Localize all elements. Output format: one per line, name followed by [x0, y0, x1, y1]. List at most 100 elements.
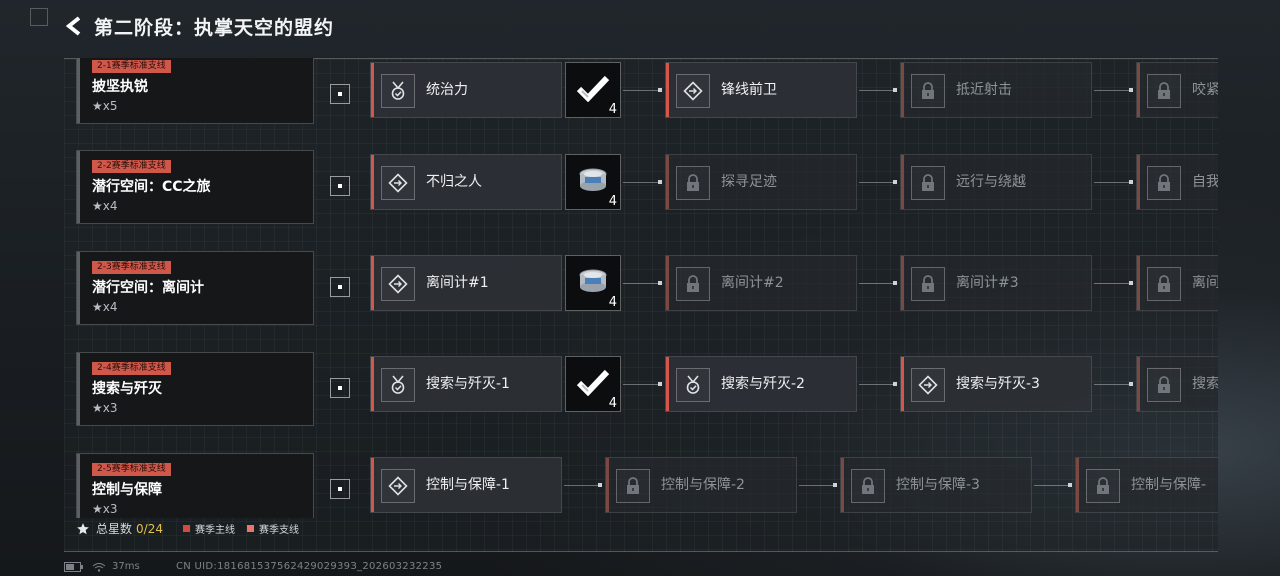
tin-can-reward-icon [576, 165, 610, 199]
mission-node[interactable]: 控制与保障-1 [370, 457, 562, 513]
mission-row: 2-5赛季标准支线 控制与保障 ★x3 控制与保障-1 控制与保障-2 控制与保障-3 控制… [64, 453, 1218, 518]
expand-toggle[interactable] [330, 84, 350, 104]
lock-icon [676, 267, 710, 301]
branch-card[interactable]: 2-1赛季标准支线 披坚执锐 ★x5 [76, 58, 314, 124]
diamond-arrow-icon [911, 368, 945, 402]
node-accent [1137, 63, 1140, 117]
branch-card[interactable]: 2-2赛季标准支线 潜行空间：CC之旅 ★x4 [76, 150, 314, 224]
connector [623, 281, 662, 285]
reward-item[interactable]: 4 [565, 356, 621, 412]
mission-node[interactable]: 远行与绕越 [900, 154, 1092, 210]
mission-node-label: 探寻足迹 [721, 174, 777, 190]
node-accent [371, 256, 374, 310]
star-icon: ★ [92, 99, 103, 113]
connector [859, 382, 897, 386]
branch-card[interactable]: 2-4赛季标准支线 搜索与歼灭 ★x3 [76, 352, 314, 426]
mission-node[interactable]: 不归之人 [370, 154, 562, 210]
mission-row: 2-2赛季标准支线 潜行空间：CC之旅 ★x4 不归之人 探寻足迹 远行与绕越 自我 4 [64, 150, 1218, 230]
branch-card[interactable]: 2-3赛季标准支线 潜行空间：离间计 ★x4 [76, 251, 314, 325]
branch-tag: 2-2赛季标准支线 [92, 160, 171, 173]
mission-node-label: 抵近射击 [956, 82, 1012, 98]
lock-icon [1147, 166, 1181, 200]
mission-node[interactable]: 离间计#3 [900, 255, 1092, 311]
branch-card[interactable]: 2-5赛季标准支线 控制与保障 ★x3 [76, 453, 314, 518]
mission-node[interactable]: 咬紧 [1136, 62, 1218, 118]
expand-toggle[interactable] [330, 176, 350, 196]
legend-side-label: 赛季支线 [258, 525, 299, 536]
mission-node[interactable]: 搜索与歼灭-2 [665, 356, 857, 412]
card-accent [77, 252, 80, 324]
mission-node[interactable]: 自我 [1136, 154, 1218, 210]
node-accent [1137, 357, 1140, 411]
connector [1094, 382, 1133, 386]
mission-node-label: 离间 [1192, 275, 1218, 291]
branch-stars-count: x5 [102, 99, 118, 113]
reward-item[interactable]: 4 [565, 255, 621, 311]
mission-node[interactable]: 离间 [1136, 255, 1218, 311]
mission-node[interactable]: 探寻足迹 [665, 154, 857, 210]
expand-toggle[interactable] [330, 277, 350, 297]
expand-toggle[interactable] [330, 378, 350, 398]
mission-node-label: 咬紧 [1192, 82, 1218, 98]
lock-icon [911, 74, 945, 108]
mission-node-label: 控制与保障- [1131, 477, 1207, 493]
node-accent [666, 155, 669, 209]
reward-count: 4 [608, 194, 617, 209]
mission-tree[interactable]: 2-1赛季标准支线 披坚执锐 ★x5 统治力 锋线前卫 抵近射击 咬紧 4 2-2赛季标准支线潜… [64, 58, 1218, 518]
star-icon: ★ [92, 199, 103, 213]
corner-frame [30, 8, 48, 26]
lock-icon [676, 166, 710, 200]
node-accent [901, 256, 904, 310]
lock-icon [911, 166, 945, 200]
mission-row: 2-4赛季标准支线 搜索与歼灭 ★x3 搜索与歼灭-1 搜索与歼灭-2 搜索与歼灭-3 搜索… [64, 352, 1218, 432]
card-accent [77, 151, 80, 223]
footer-summary: 总星数 0/24 赛季主线 赛季支线 [76, 520, 299, 537]
mission-node[interactable]: 控制与保障-3 [840, 457, 1032, 513]
checkmark-reward-icon [576, 368, 610, 400]
branch-stars: ★x4 [92, 199, 118, 213]
dot-icon [338, 92, 342, 96]
mission-node-label: 锋线前卫 [721, 82, 777, 98]
chevron-left-icon [65, 16, 81, 36]
header: 第二阶段：执掌天空的盟约 [60, 8, 334, 44]
branch-stars: ★x3 [92, 502, 118, 516]
mission-node-label: 离间计#2 [721, 275, 784, 291]
uid-text: CN UID:18168153756242902939З_20260323223… [176, 561, 443, 572]
battery-icon [64, 561, 83, 572]
lock-icon [851, 469, 885, 503]
mission-node-label: 搜索与歼灭-1 [426, 376, 510, 392]
reward-item[interactable]: 4 [565, 154, 621, 210]
back-button[interactable] [60, 11, 90, 41]
branch-title: 控制与保障 [92, 482, 162, 498]
node-accent [1137, 256, 1140, 310]
expand-toggle[interactable] [330, 479, 350, 499]
connector [859, 281, 897, 285]
reward-item[interactable]: 4 [565, 62, 621, 118]
mission-node[interactable]: 搜索与歼灭-3 [900, 356, 1092, 412]
tin-can-reward-icon [576, 266, 610, 300]
mission-node[interactable]: 控制与保障- [1075, 457, 1218, 513]
mission-node[interactable]: 统治力 [370, 62, 562, 118]
medal-icon [381, 368, 415, 402]
lock-icon [1147, 368, 1181, 402]
branch-stars: ★x5 [92, 99, 118, 113]
mission-node[interactable]: 搜索与歼灭-1 [370, 356, 562, 412]
mission-node-label: 远行与绕越 [956, 174, 1026, 190]
mission-node[interactable]: 离间计#1 [370, 255, 562, 311]
mission-node[interactable]: 搜索 [1136, 356, 1218, 412]
connector [1094, 180, 1133, 184]
legend-swatch-main [182, 525, 190, 532]
mission-node[interactable]: 离间计#2 [665, 255, 857, 311]
mission-row: 2-3赛季标准支线 潜行空间：离间计 ★x4 离间计#1 离间计#2 离间计#3 离间 4 [64, 251, 1218, 331]
mission-node[interactable]: 抵近射击 [900, 62, 1092, 118]
node-accent [666, 357, 669, 411]
connector [623, 88, 662, 92]
total-stars-label: 总星数 [96, 522, 133, 536]
branch-stars-count: x3 [102, 502, 118, 516]
star-icon: ★ [92, 502, 103, 516]
mission-node[interactable]: 锋线前卫 [665, 62, 857, 118]
star-icon: ★ [92, 300, 103, 314]
dot-icon [338, 386, 342, 390]
mission-node[interactable]: 控制与保障-2 [605, 457, 797, 513]
mission-node-label: 控制与保障-1 [426, 477, 510, 493]
